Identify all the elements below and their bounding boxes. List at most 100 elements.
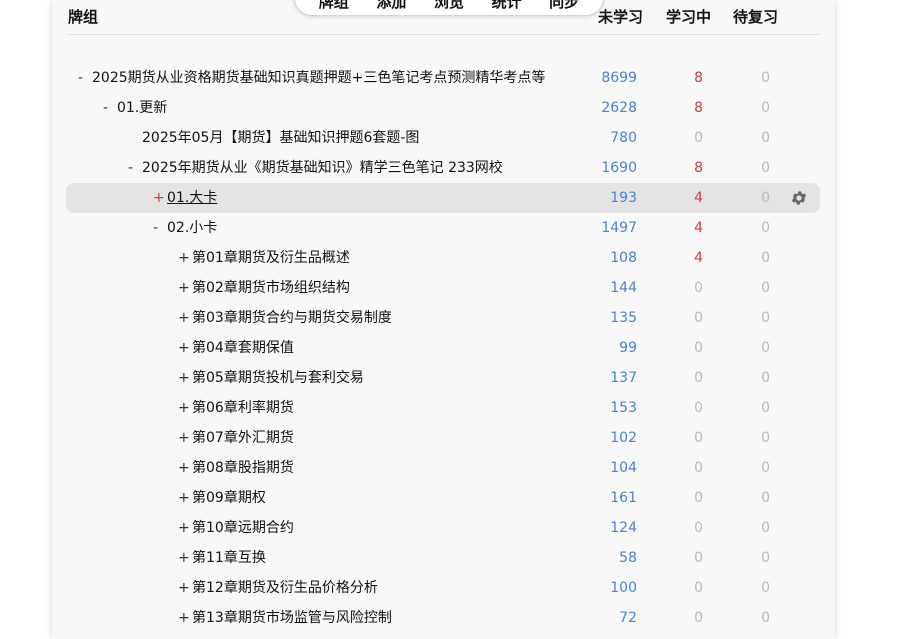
learning-count: 0	[694, 490, 703, 506]
learning-count: 0	[694, 460, 703, 476]
deck-row: + 第06章利率期货 153 0 0	[66, 393, 820, 423]
deck-name-link[interactable]: 第04章套期保值	[192, 340, 294, 356]
new-count: 193	[610, 190, 637, 206]
deck-name-link[interactable]: 第13章期货市场监管与风险控制	[192, 610, 392, 626]
deck-name-link[interactable]: 2025年期货从业《期货基础知识》精学三色笔记 233网校	[142, 160, 503, 176]
new-count: 144	[610, 280, 637, 296]
new-count: 137	[610, 370, 637, 386]
collapse-toggle[interactable]: +	[178, 543, 192, 573]
deck-row: + 第10章远期合约 124 0 0	[66, 513, 820, 543]
deck-row: -2025年期货从业《期货基础知识》精学三色笔记 233网校 1690 8 0	[66, 153, 820, 183]
toolbar-decks-link[interactable]: 牌组	[319, 0, 349, 11]
collapse-toggle[interactable]: -	[128, 153, 142, 183]
toolbar-stats-link[interactable]: 统计	[492, 0, 522, 11]
gear-icon[interactable]	[790, 189, 808, 207]
deck-row: -2025期货从业资格期货基础知识真题押题+三色笔记考点预测精华考点等 8699…	[66, 63, 820, 93]
collapse-toggle[interactable]: +	[178, 393, 192, 423]
new-count: 161	[610, 490, 637, 506]
deck-row: -02.小卡 1497 4 0	[66, 213, 820, 243]
deck-row: + 第13章期货市场监管与风险控制 72 0 0	[66, 603, 820, 633]
deck-name-link[interactable]: 02.小卡	[167, 220, 217, 236]
deck-row: + 第12章期货及衍生品价格分析 100 0 0	[66, 573, 820, 603]
review-count: 0	[761, 520, 770, 536]
learning-count: 0	[694, 550, 703, 566]
learning-count: 8	[694, 70, 703, 86]
review-count: 0	[761, 490, 770, 506]
toolbar-browse-link[interactable]: 浏览	[434, 0, 464, 11]
collapse-toggle[interactable]: +	[178, 273, 192, 303]
review-count: 0	[761, 130, 770, 146]
new-count: 102	[610, 430, 637, 446]
new-count: 124	[610, 520, 637, 536]
review-count: 0	[761, 310, 770, 326]
review-count: 0	[761, 70, 770, 86]
new-count: 108	[610, 250, 637, 266]
deck-name-link[interactable]: 第09章期权	[192, 490, 266, 506]
review-count: 0	[761, 610, 770, 626]
deck-name-link[interactable]: 第08章股指期货	[192, 460, 294, 476]
header-learning: 学习中	[666, 8, 712, 26]
deck-name-link[interactable]: 第07章外汇期货	[192, 430, 294, 446]
collapse-toggle[interactable]: +	[178, 363, 192, 393]
learning-count: 0	[694, 280, 703, 296]
review-count: 0	[761, 430, 770, 446]
deck-list: -2025期货从业资格期货基础知识真题押题+三色笔记考点预测精华考点等 8699…	[66, 63, 820, 633]
deck-name-link[interactable]: 2025年05月【期货】基础知识押题6套题-图	[142, 130, 419, 146]
review-count: 0	[761, 280, 770, 296]
deck-name-link[interactable]: 2025期货从业资格期货基础知识真题押题+三色笔记考点预测精华考点等	[92, 70, 545, 86]
collapse-toggle[interactable]: +	[178, 513, 192, 543]
deck-row: + 第01章期货及衍生品概述 108 4 0	[66, 243, 820, 273]
collapse-toggle[interactable]: +	[178, 333, 192, 363]
deck-name-link[interactable]: 第10章远期合约	[192, 520, 294, 536]
new-count: 104	[610, 460, 637, 476]
collapse-toggle[interactable]: +	[178, 483, 192, 513]
collapse-toggle[interactable]: +	[178, 453, 192, 483]
collapse-toggle[interactable]: +	[153, 183, 167, 213]
deck-name-link[interactable]: 第02章期货市场组织结构	[192, 280, 350, 296]
collapse-toggle[interactable]: +	[178, 243, 192, 273]
deck-row: + 第05章期货投机与套利交易 137 0 0	[66, 363, 820, 393]
deck-row: + 第07章外汇期货 102 0 0	[66, 423, 820, 453]
new-count: 2628	[601, 100, 637, 116]
deck-name-link[interactable]: 01.大卡	[167, 190, 217, 206]
deck-row-current: +01.大卡 193 4 0	[66, 183, 820, 213]
learning-count: 0	[694, 340, 703, 356]
deck-row: -01.更新 2628 8 0	[66, 93, 820, 123]
learning-count: 0	[694, 130, 703, 146]
new-count: 58	[619, 550, 637, 566]
collapse-toggle[interactable]: +	[178, 423, 192, 453]
learning-count: 0	[694, 580, 703, 596]
deck-name-link[interactable]: 第05章期货投机与套利交易	[192, 370, 364, 386]
collapse-toggle[interactable]: +	[178, 573, 192, 603]
learning-count: 4	[694, 220, 703, 236]
learning-count: 0	[694, 610, 703, 626]
new-count: 153	[610, 400, 637, 416]
new-count: 72	[619, 610, 637, 626]
review-count: 0	[761, 550, 770, 566]
deck-name-link[interactable]: 第03章期货合约与期货交易制度	[192, 310, 392, 326]
review-count: 0	[761, 190, 770, 206]
new-count: 135	[610, 310, 637, 326]
toolbar-add-link[interactable]: 添加	[376, 0, 406, 11]
deck-name-link[interactable]: 第01章期货及衍生品概述	[192, 250, 350, 266]
learning-count: 0	[694, 400, 703, 416]
toolbar-sync-link[interactable]: 同步	[549, 0, 579, 11]
learning-count: 8	[694, 100, 703, 116]
new-count: 99	[619, 340, 637, 356]
collapse-toggle[interactable]: -	[103, 93, 117, 123]
learning-count: 0	[694, 520, 703, 536]
collapse-toggle[interactable]: +	[178, 603, 192, 633]
header-deck: 牌组	[68, 8, 99, 26]
collapse-toggle[interactable]: +	[178, 303, 192, 333]
deck-name-link[interactable]: 第12章期货及衍生品价格分析	[192, 580, 378, 596]
collapse-toggle[interactable]: -	[153, 213, 167, 243]
deck-name-link[interactable]: 01.更新	[117, 100, 167, 116]
collapse-toggle[interactable]: -	[78, 63, 92, 93]
learning-count: 0	[694, 430, 703, 446]
deck-name-link[interactable]: 第11章互换	[192, 550, 266, 566]
deck-row: 2025年05月【期货】基础知识押题6套题-图 780 0 0	[66, 123, 820, 153]
deck-name-link[interactable]: 第06章利率期货	[192, 400, 294, 416]
deck-row: + 第11章互换 58 0 0	[66, 543, 820, 573]
deck-row: + 第03章期货合约与期货交易制度 135 0 0	[66, 303, 820, 333]
deck-row: + 第08章股指期货 104 0 0	[66, 453, 820, 483]
